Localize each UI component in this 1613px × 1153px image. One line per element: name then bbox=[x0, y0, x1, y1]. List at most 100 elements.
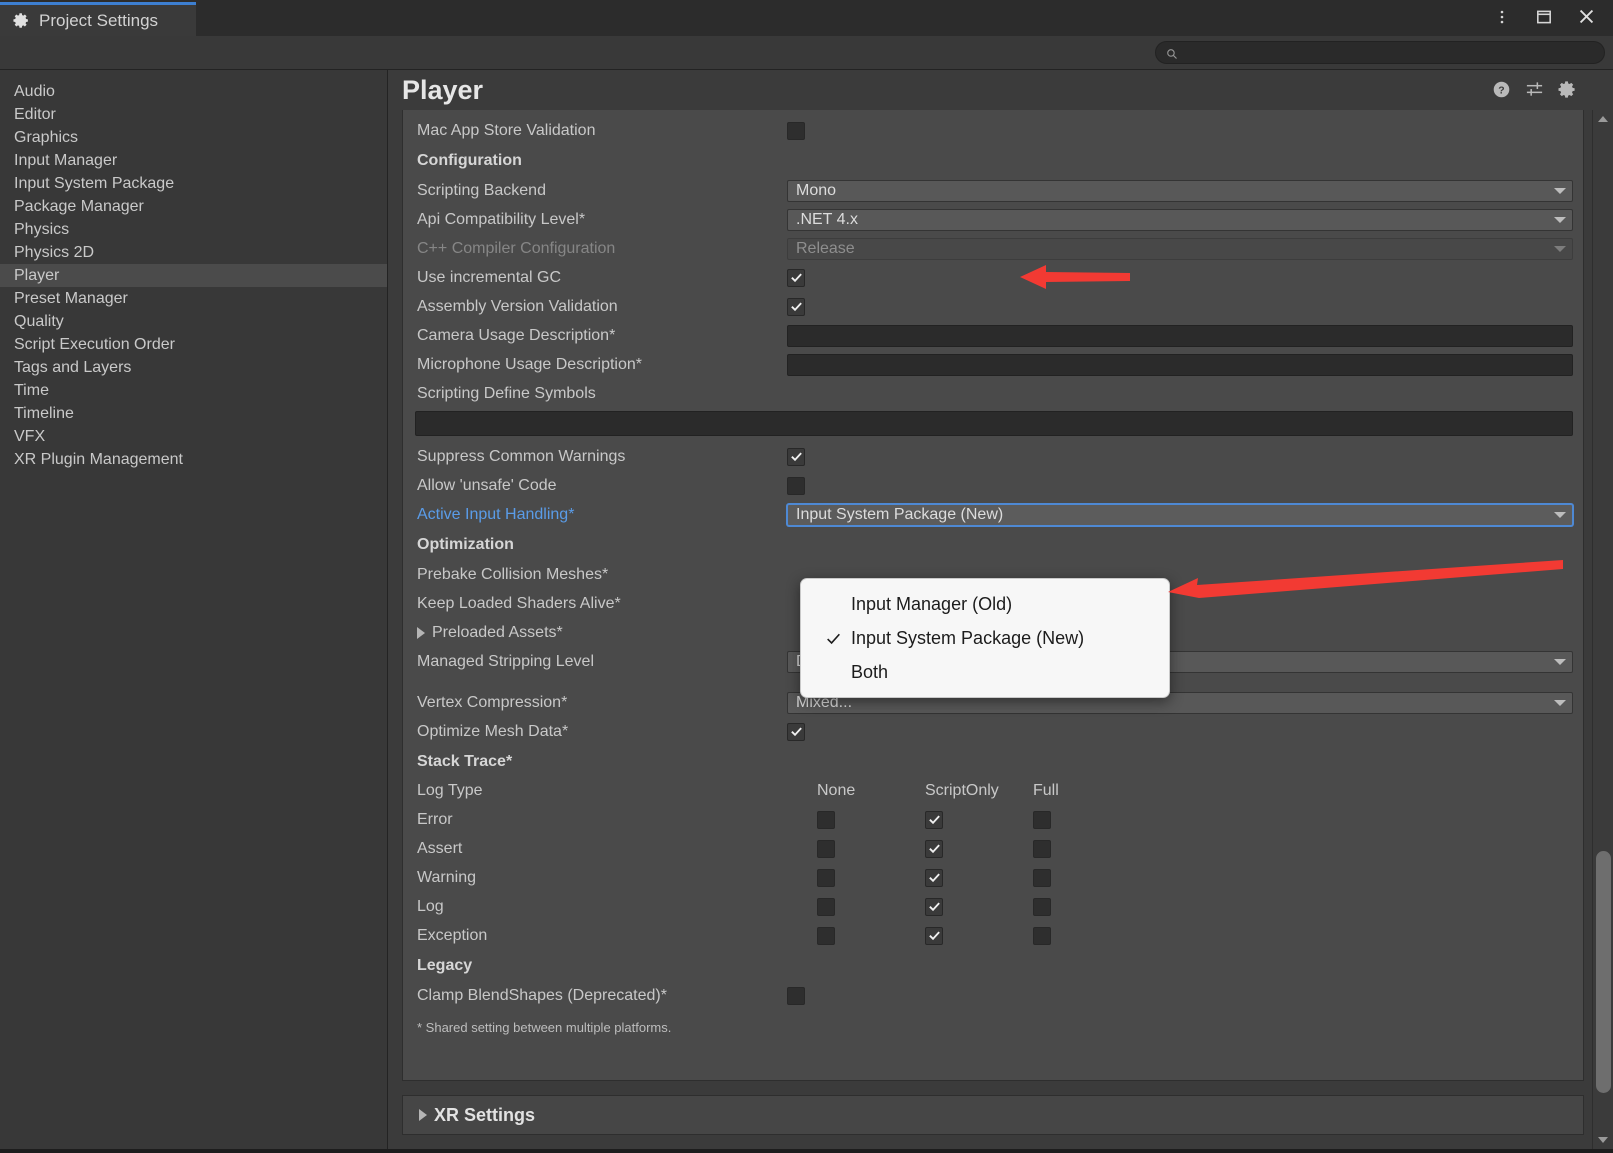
log-none-checkbox[interactable] bbox=[817, 897, 835, 916]
dropdown-value: .NET 4.x bbox=[796, 210, 858, 228]
assert-scriptonly-checkbox[interactable] bbox=[925, 839, 943, 858]
row-label: Warning bbox=[417, 868, 476, 886]
active-input-handling-dropdown[interactable]: Input System Package (New) bbox=[787, 503, 1573, 526]
error-none-checkbox[interactable] bbox=[817, 810, 835, 829]
column-header-scriptonly: ScriptOnly bbox=[925, 782, 999, 799]
exception-scriptonly-checkbox[interactable] bbox=[925, 926, 943, 945]
chevron-down-icon bbox=[1554, 699, 1566, 706]
warning-none-checkbox[interactable] bbox=[817, 868, 835, 887]
sidebar-item-player[interactable]: Player bbox=[0, 264, 387, 287]
camera-usage-description-input[interactable] bbox=[787, 324, 1573, 347]
foldout-triangle-icon[interactable] bbox=[419, 1109, 427, 1121]
sidebar-item-physics[interactable]: Physics bbox=[0, 218, 387, 241]
error-scriptonly-checkbox[interactable] bbox=[925, 810, 943, 829]
popup-item-label: Both bbox=[851, 661, 889, 682]
field-label: Use incremental GC bbox=[417, 268, 562, 286]
check-icon bbox=[815, 630, 851, 647]
preset-sliders-icon[interactable] bbox=[1525, 80, 1544, 99]
xr-settings-foldout[interactable]: XR Settings bbox=[402, 1095, 1584, 1135]
section-optimization-heading: Optimization bbox=[417, 535, 514, 553]
chevron-down-icon bbox=[1554, 187, 1566, 194]
sidebar-item-preset-manager[interactable]: Preset Manager bbox=[0, 287, 387, 310]
microphone-usage-description-input[interactable] bbox=[787, 353, 1573, 376]
popup-item-both[interactable]: Both bbox=[801, 655, 1169, 689]
error-full-checkbox[interactable] bbox=[1033, 810, 1051, 829]
field-label: Camera Usage Description* bbox=[417, 326, 616, 344]
row-allow-unsafe-code: Allow 'unsafe' Code bbox=[415, 471, 1573, 500]
scrollbar-track[interactable] bbox=[1595, 126, 1611, 1133]
sidebar-item-audio[interactable]: Audio bbox=[0, 80, 387, 103]
search-input[interactable] bbox=[1185, 45, 1594, 60]
search-box[interactable] bbox=[1155, 41, 1605, 64]
dropdown-value: Mono bbox=[796, 181, 837, 199]
popup-item-input-system-package-new[interactable]: Input System Package (New) bbox=[801, 621, 1169, 655]
api-compatibility-level-dropdown[interactable]: .NET 4.x bbox=[787, 208, 1573, 231]
suppress-common-warnings-checkbox[interactable] bbox=[787, 447, 805, 466]
scroll-up-arrow-icon[interactable] bbox=[1597, 112, 1609, 126]
mac-app-store-validation-checkbox[interactable] bbox=[787, 121, 805, 140]
exception-none-checkbox[interactable] bbox=[817, 926, 835, 945]
sidebar-item-vfx[interactable]: VFX bbox=[0, 425, 387, 448]
kebab-menu-icon[interactable] bbox=[1483, 2, 1521, 32]
vertical-scrollbar[interactable] bbox=[1592, 110, 1613, 1149]
row-api-compatibility-level: Api Compatibility Level* .NET 4.x bbox=[415, 205, 1573, 234]
sidebar-item-label: Physics 2D bbox=[14, 243, 95, 261]
exception-full-checkbox[interactable] bbox=[1033, 926, 1051, 945]
use-incremental-gc-checkbox[interactable] bbox=[787, 268, 805, 287]
field-label: Microphone Usage Description* bbox=[417, 355, 642, 373]
field-label: Assembly Version Validation bbox=[417, 297, 618, 315]
window-controls bbox=[1483, 0, 1613, 33]
sidebar-item-xr-plugin-management[interactable]: XR Plugin Management bbox=[0, 448, 387, 471]
scripting-backend-dropdown[interactable]: Mono bbox=[787, 179, 1573, 202]
help-icon[interactable]: ? bbox=[1492, 80, 1511, 99]
sidebar-item-label: Audio bbox=[14, 82, 55, 100]
chevron-down-icon bbox=[1554, 216, 1566, 223]
popup-item-input-manager-old[interactable]: Input Manager (Old) bbox=[801, 587, 1169, 621]
scripting-define-symbols-input[interactable] bbox=[415, 411, 1573, 436]
maximize-icon[interactable] bbox=[1525, 2, 1563, 32]
close-icon[interactable] bbox=[1567, 2, 1605, 32]
row-cpp-compiler-configuration: C++ Compiler Configuration Release bbox=[415, 234, 1573, 263]
scroll-down-arrow-icon[interactable] bbox=[1597, 1133, 1609, 1147]
warning-scriptonly-checkbox[interactable] bbox=[925, 868, 943, 887]
assembly-version-validation-checkbox[interactable] bbox=[787, 297, 805, 316]
chevron-down-icon bbox=[1554, 511, 1566, 518]
allow-unsafe-code-checkbox[interactable] bbox=[787, 476, 805, 495]
title-bar: Project Settings bbox=[0, 0, 1613, 36]
log-scriptonly-checkbox[interactable] bbox=[925, 897, 943, 916]
assert-none-checkbox[interactable] bbox=[817, 839, 835, 858]
foldout-triangle-icon[interactable] bbox=[417, 626, 425, 639]
sidebar-item-package-manager[interactable]: Package Manager bbox=[0, 195, 387, 218]
field-label: Mac App Store Validation bbox=[417, 121, 596, 139]
optimize-mesh-data-checkbox[interactable] bbox=[787, 722, 805, 741]
sidebar-item-editor[interactable]: Editor bbox=[0, 103, 387, 126]
active-input-handling-popup[interactable]: Input Manager (Old) Input System Package… bbox=[800, 578, 1170, 698]
row-label: Log bbox=[417, 897, 444, 915]
clamp-blendshapes-checkbox[interactable] bbox=[787, 986, 805, 1005]
xr-settings-label: XR Settings bbox=[434, 1104, 536, 1125]
sidebar-item-physics-2d[interactable]: Physics 2D bbox=[0, 241, 387, 264]
field-label: C++ Compiler Configuration bbox=[417, 239, 616, 257]
warning-full-checkbox[interactable] bbox=[1033, 868, 1051, 887]
sidebar-item-time[interactable]: Time bbox=[0, 379, 387, 402]
window-bottom-edge bbox=[0, 1149, 1613, 1153]
settings-gear-icon[interactable] bbox=[1558, 80, 1577, 99]
sidebar-item-graphics[interactable]: Graphics bbox=[0, 126, 387, 149]
row-label: Exception bbox=[417, 926, 488, 944]
scrollbar-thumb[interactable] bbox=[1595, 851, 1611, 1093]
column-header-full: Full bbox=[1033, 782, 1059, 799]
field-label: Api Compatibility Level* bbox=[417, 210, 586, 228]
tabstrip-empty bbox=[196, 7, 1613, 36]
log-full-checkbox[interactable] bbox=[1033, 897, 1051, 916]
sidebar-item-tags-and-layers[interactable]: Tags and Layers bbox=[0, 356, 387, 379]
shared-setting-footnote: * Shared setting between multiple platfo… bbox=[417, 1020, 672, 1035]
sidebar-item-input-system-package[interactable]: Input System Package bbox=[0, 172, 387, 195]
sidebar-item-quality[interactable]: Quality bbox=[0, 310, 387, 333]
sidebar-item-label: Package Manager bbox=[14, 197, 144, 215]
tab-project-settings[interactable]: Project Settings bbox=[0, 2, 196, 36]
sidebar-item-script-execution-order[interactable]: Script Execution Order bbox=[0, 333, 387, 356]
sidebar-item-timeline[interactable]: Timeline bbox=[0, 402, 387, 425]
stack-trace-row-assert: Assert bbox=[415, 834, 1573, 863]
sidebar-item-input-manager[interactable]: Input Manager bbox=[0, 149, 387, 172]
assert-full-checkbox[interactable] bbox=[1033, 839, 1051, 858]
